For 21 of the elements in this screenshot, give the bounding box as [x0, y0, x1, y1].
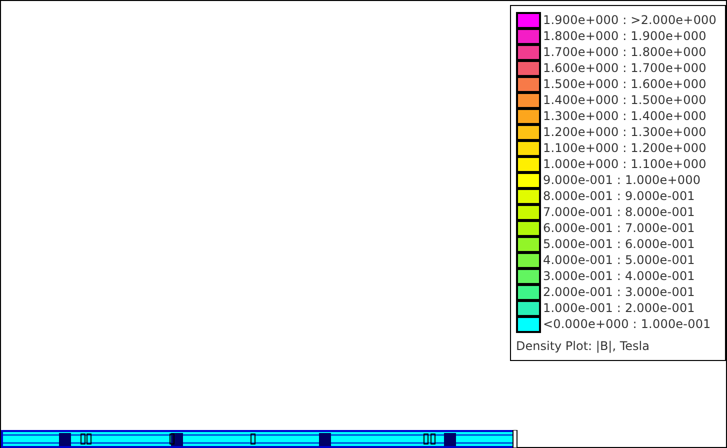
legend-label: 2.000e-001 : 3.000e-001: [543, 284, 695, 300]
legend-label: 1.700e+000 : 1.800e+000: [543, 44, 706, 60]
legend-label: 3.000e-001 : 4.000e-001: [543, 268, 695, 284]
legend-label: 6.000e-001 : 7.000e-001: [543, 220, 695, 236]
legend-label: 1.800e+000 : 1.900e+000: [543, 28, 706, 44]
legend-label: 1.200e+000 : 1.300e+000: [543, 124, 706, 140]
legend-label: 1.600e+000 : 1.700e+000: [543, 60, 706, 76]
legend-label: 9.000e-001 : 1.000e+000: [543, 172, 701, 188]
legend-label: 1.000e-001 : 2.000e-001: [543, 300, 695, 316]
legend-label: 4.000e-001 : 5.000e-001: [543, 252, 695, 268]
legend-label: 1.500e+000 : 1.600e+000: [543, 76, 706, 92]
legend-label: 5.000e-001 : 6.000e-001: [543, 236, 695, 252]
legend-label: <0.000e+000 : 1.000e-001: [543, 316, 711, 332]
legend-label: 7.000e-001 : 8.000e-001: [543, 204, 695, 220]
legend-label: 1.400e+000 : 1.500e+000: [543, 92, 706, 108]
legend-label: 1.900e+000 : >2.000e+000: [543, 12, 717, 28]
legend-label: 1.300e+000 : 1.400e+000: [543, 108, 706, 124]
legend-label: 8.000e-001 : 9.000e-001: [543, 188, 695, 204]
legend-label: 1.100e+000 : 1.200e+000: [543, 140, 706, 156]
legend-caption: Density Plot: |B|, Tesla: [516, 338, 650, 355]
legend-label: 1.000e+000 : 1.100e+000: [543, 156, 706, 172]
